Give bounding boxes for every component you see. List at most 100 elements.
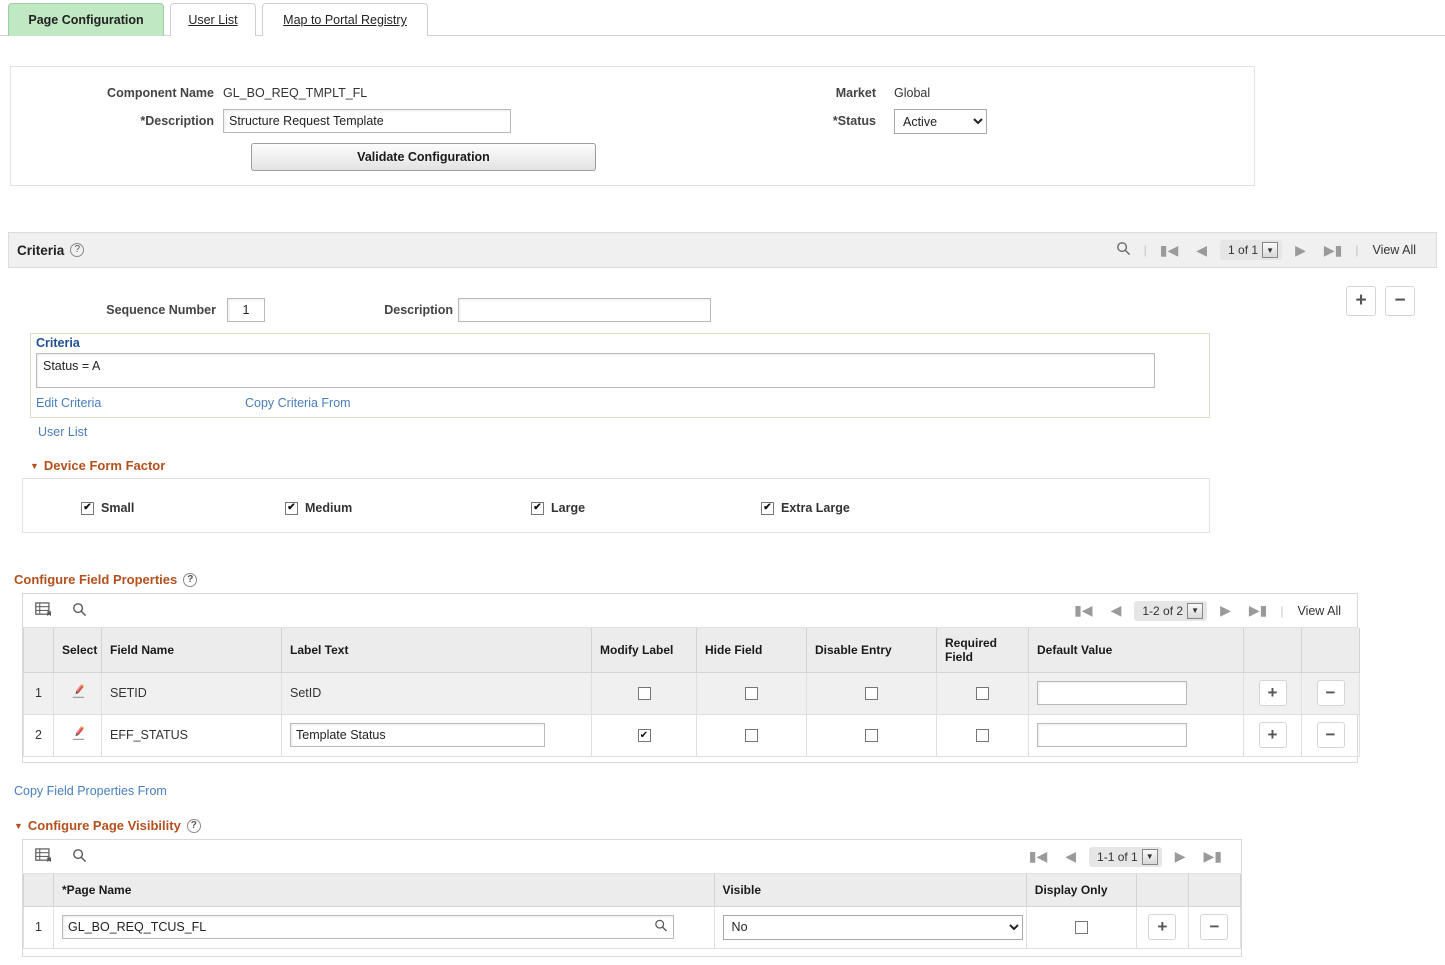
page-visibility-page-indicator[interactable]: 1-1 of 1 ▼ bbox=[1089, 847, 1162, 867]
configure-field-properties-title: Configure Field Properties bbox=[14, 572, 177, 587]
previous-page-icon[interactable]: ◀ bbox=[1187, 242, 1216, 259]
next-page-icon[interactable]: ▶ bbox=[1166, 848, 1195, 865]
device-form-factor-header[interactable]: ▼ Device Form Factor bbox=[30, 458, 165, 473]
next-page-icon[interactable]: ▶ bbox=[1286, 242, 1315, 259]
market-label: Market bbox=[771, 86, 876, 100]
first-page-icon[interactable]: ▮◀ bbox=[1020, 848, 1056, 865]
component-name-value: GL_BO_REQ_TMPLT_FL bbox=[223, 86, 367, 100]
help-icon[interactable]: ? bbox=[70, 243, 84, 257]
default-value-input[interactable] bbox=[1037, 723, 1187, 747]
tab-label: User List bbox=[188, 13, 237, 27]
visible-select[interactable]: NoYes bbox=[723, 915, 1023, 940]
personalize-grid-icon[interactable] bbox=[35, 602, 52, 620]
checkbox-icon[interactable] bbox=[531, 502, 544, 515]
form-factor-large[interactable]: Large bbox=[531, 501, 585, 515]
required-field-checkbox[interactable] bbox=[976, 687, 989, 700]
table-header-row: Select Field Name Label Text Modify Labe… bbox=[24, 628, 1360, 672]
form-factor-medium[interactable]: Medium bbox=[285, 501, 352, 515]
form-factor-extra-large[interactable]: Extra Large bbox=[761, 501, 850, 515]
hide-field-checkbox[interactable] bbox=[745, 729, 758, 742]
help-icon[interactable]: ? bbox=[183, 573, 197, 587]
description-label: *Description bbox=[89, 114, 214, 128]
view-all-link[interactable]: View All bbox=[1362, 243, 1422, 257]
delete-row-button[interactable]: − bbox=[1317, 722, 1345, 748]
configure-page-visibility-header[interactable]: ▼ Configure Page Visibility ? bbox=[14, 818, 201, 833]
criteria-description-input[interactable] bbox=[458, 298, 711, 322]
edit-criteria-link[interactable]: Edit Criteria bbox=[36, 396, 101, 410]
last-page-icon[interactable]: ▶▮ bbox=[1240, 602, 1276, 619]
field-properties-page-text: 1-2 of 2 bbox=[1142, 604, 1183, 618]
personalize-grid-icon[interactable] bbox=[35, 848, 52, 866]
checkbox-icon[interactable] bbox=[81, 502, 94, 515]
visible-cell: NoYes bbox=[714, 906, 1026, 948]
required-field-checkbox[interactable] bbox=[976, 729, 989, 742]
disable-entry-checkbox[interactable] bbox=[865, 729, 878, 742]
page-name-cell bbox=[54, 906, 715, 948]
first-page-icon[interactable]: ▮◀ bbox=[1151, 242, 1187, 259]
description-input[interactable] bbox=[223, 109, 511, 133]
field-name-cell: SETID bbox=[102, 672, 282, 714]
edit-pencil-icon[interactable] bbox=[70, 683, 86, 699]
page-name-input[interactable] bbox=[62, 915, 674, 939]
chevron-down-icon[interactable]: ▼ bbox=[1142, 849, 1158, 865]
disable-entry-checkbox[interactable] bbox=[865, 687, 878, 700]
checkbox-icon[interactable] bbox=[285, 502, 298, 515]
page-visibility-body: 1NoYes+− bbox=[24, 906, 1241, 948]
tab-map-to-portal-registry[interactable]: Map to Portal Registry bbox=[262, 3, 428, 36]
delete-row-button[interactable]: − bbox=[1200, 914, 1228, 940]
page-visibility-table: *Page Name Visible Display Only 1NoYes+− bbox=[23, 874, 1241, 949]
default-value-input[interactable] bbox=[1037, 681, 1187, 705]
copy-field-properties-from-link[interactable]: Copy Field Properties From bbox=[14, 784, 167, 798]
status-label: *Status bbox=[771, 114, 876, 128]
page-visibility-toolbar: ▮◀ ◀ 1-1 of 1 ▼ ▶ ▶▮ bbox=[23, 840, 1241, 874]
search-icon[interactable] bbox=[1107, 241, 1140, 259]
add-row-button[interactable]: + bbox=[1259, 680, 1287, 706]
add-row-button[interactable]: + bbox=[1259, 722, 1287, 748]
help-icon[interactable]: ? bbox=[187, 819, 201, 833]
criteria-page-indicator[interactable]: 1 of 1 ▼ bbox=[1220, 240, 1282, 260]
field-properties-page-indicator[interactable]: 1-2 of 2 ▼ bbox=[1134, 601, 1207, 621]
page-visibility-page-text: 1-1 of 1 bbox=[1097, 850, 1138, 864]
collapse-arrow-icon[interactable]: ▼ bbox=[14, 821, 23, 831]
tab-user-list[interactable]: User List bbox=[170, 3, 256, 36]
field-properties-table: Select Field Name Label Text Modify Labe… bbox=[23, 628, 1360, 757]
field-properties-grid: ▮◀ ◀ 1-2 of 2 ▼ ▶ ▶▮ | View All bbox=[22, 593, 1358, 763]
disable-entry-cell bbox=[807, 672, 937, 714]
modify-label-checkbox[interactable] bbox=[638, 687, 651, 700]
checkbox-icon[interactable] bbox=[761, 502, 774, 515]
delete-criteria-row-button[interactable]: − bbox=[1385, 286, 1415, 316]
sequence-number-input[interactable] bbox=[227, 298, 265, 322]
add-row-button[interactable]: + bbox=[1148, 914, 1176, 940]
delete-row-button[interactable]: − bbox=[1317, 680, 1345, 706]
add-criteria-row-button[interactable]: + bbox=[1346, 286, 1376, 316]
criteria-text-area[interactable] bbox=[36, 353, 1155, 388]
collapse-arrow-icon[interactable]: ▼ bbox=[30, 461, 39, 471]
label-text-input[interactable] bbox=[290, 723, 545, 747]
chevron-down-icon[interactable]: ▼ bbox=[1262, 242, 1278, 258]
tab-page-configuration[interactable]: Page Configuration bbox=[8, 3, 164, 36]
validate-configuration-button[interactable]: Validate Configuration bbox=[251, 143, 596, 171]
search-icon[interactable] bbox=[72, 602, 87, 620]
previous-page-icon[interactable]: ◀ bbox=[1102, 602, 1131, 619]
user-list-link[interactable]: User List bbox=[38, 425, 87, 439]
disable-entry-cell bbox=[807, 714, 937, 756]
view-all-link[interactable]: View All bbox=[1287, 604, 1347, 618]
col-visible: Visible bbox=[714, 874, 1026, 906]
search-icon[interactable] bbox=[72, 848, 87, 866]
chevron-down-icon[interactable]: ▼ bbox=[1187, 603, 1203, 619]
edit-pencil-icon[interactable] bbox=[70, 725, 86, 741]
component-header-panel: Component Name GL_BO_REQ_TMPLT_FL *Descr… bbox=[10, 66, 1255, 186]
next-page-icon[interactable]: ▶ bbox=[1211, 602, 1240, 619]
status-select[interactable]: ActiveInactive bbox=[894, 109, 987, 134]
copy-criteria-from-link[interactable]: Copy Criteria From bbox=[245, 396, 351, 410]
display-only-checkbox[interactable] bbox=[1075, 921, 1088, 934]
last-page-icon[interactable]: ▶▮ bbox=[1315, 242, 1351, 259]
first-page-icon[interactable]: ▮◀ bbox=[1065, 602, 1101, 619]
last-page-icon[interactable]: ▶▮ bbox=[1195, 848, 1231, 865]
validate-configuration-label: Validate Configuration bbox=[357, 150, 490, 164]
hide-field-checkbox[interactable] bbox=[745, 687, 758, 700]
modify-label-checkbox[interactable] bbox=[638, 729, 651, 742]
hide-field-cell bbox=[697, 672, 807, 714]
previous-page-icon[interactable]: ◀ bbox=[1056, 848, 1085, 865]
form-factor-small[interactable]: Small bbox=[81, 501, 134, 515]
